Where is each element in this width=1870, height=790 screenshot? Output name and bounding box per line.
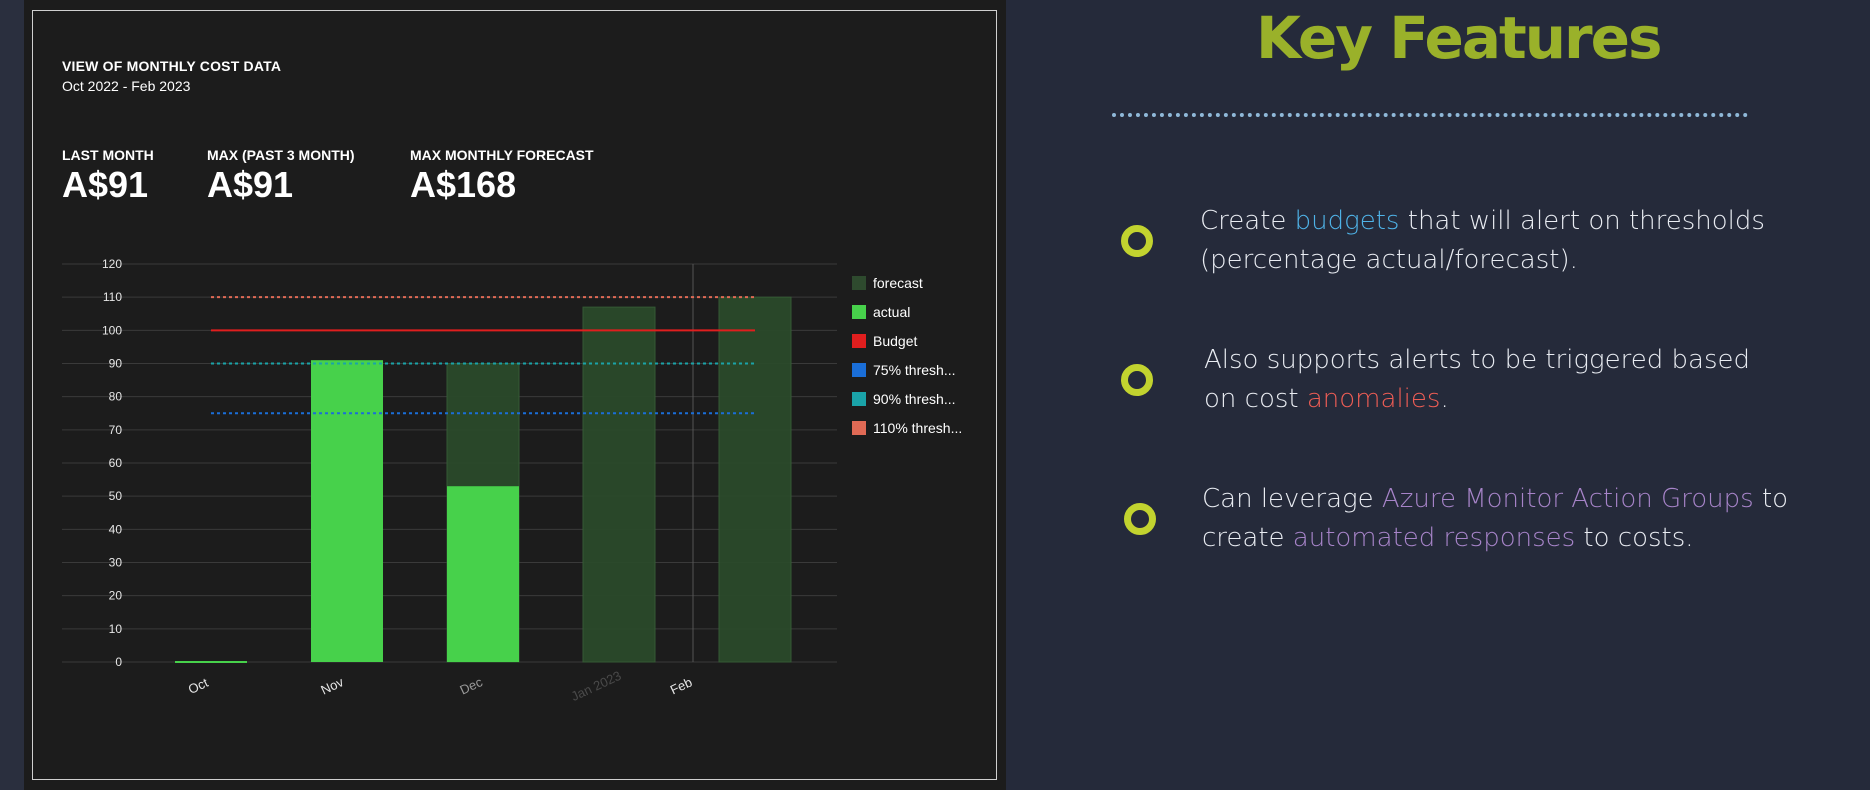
y-tick-label: 60 bbox=[109, 456, 123, 470]
legend-label: 75% thresh... bbox=[873, 361, 956, 378]
feature-item-action-groups: Can leverage Azure Monitor Action Groups… bbox=[1202, 480, 1788, 558]
y-tick-label: 30 bbox=[109, 556, 123, 570]
chart-legend: forecast actual Budget 75% thresh... 90% thr… bbox=[852, 268, 962, 442]
feature-line: Can leverage Azure Monitor Action Groups… bbox=[1202, 484, 1789, 514]
x-tick-label: Dec bbox=[457, 674, 485, 698]
actual-bar bbox=[311, 360, 383, 662]
legend-label: Budget bbox=[873, 332, 918, 349]
legend-swatch bbox=[852, 333, 866, 348]
y-tick-label: 50 bbox=[109, 489, 123, 503]
x-tick-label: Oct bbox=[186, 675, 211, 697]
feature-line: on cost anomalies. bbox=[1204, 384, 1449, 414]
bullet-icon bbox=[1124, 503, 1156, 535]
actual-bar bbox=[447, 486, 519, 662]
y-tick-label: 20 bbox=[109, 589, 123, 603]
y-tick-label: 70 bbox=[109, 423, 123, 437]
legend-swatch bbox=[852, 420, 866, 435]
y-tick-label: 120 bbox=[102, 257, 122, 271]
x-tick-label: Feb bbox=[668, 674, 695, 697]
feature-item-budgets: Create budgets that will alert on thresh… bbox=[1200, 202, 1765, 280]
y-tick-label: 0 bbox=[115, 655, 122, 669]
feature-line: Create budgets that will alert on thresh… bbox=[1200, 206, 1765, 236]
forecast-bar bbox=[718, 296, 792, 663]
y-tick-label: 90 bbox=[109, 357, 123, 371]
legend-swatch bbox=[852, 304, 866, 319]
y-tick-label: 110 bbox=[103, 290, 122, 304]
legend-label: forecast bbox=[873, 274, 923, 291]
legend-swatch bbox=[852, 362, 866, 377]
legend-label: 110% thresh... bbox=[873, 419, 963, 436]
highlight-action-groups: Azure Monitor Action Groups bbox=[1381, 484, 1754, 514]
y-tick-label: 40 bbox=[109, 522, 123, 536]
key-features-title: Key Features bbox=[1256, 4, 1662, 72]
legend-label: 90% thresh... bbox=[873, 390, 956, 407]
legend-item[interactable]: 75% thresh... bbox=[852, 355, 962, 384]
feature-item-anomalies: Also supports alerts to be triggered bas… bbox=[1204, 341, 1750, 419]
actual-bar bbox=[175, 661, 247, 663]
bullet-icon bbox=[1121, 225, 1153, 257]
y-tick-label: 80 bbox=[109, 390, 123, 404]
legend-item[interactable]: forecast bbox=[852, 268, 962, 297]
y-tick-label: 10 bbox=[109, 622, 123, 636]
legend-item[interactable]: Budget bbox=[852, 326, 962, 355]
legend-item[interactable]: 90% thresh... bbox=[852, 384, 962, 413]
highlight-budgets: budgets bbox=[1294, 206, 1400, 236]
bullet-icon bbox=[1121, 364, 1153, 396]
feature-line: create automated responses to costs. bbox=[1202, 523, 1694, 553]
dotted-divider bbox=[1112, 113, 1748, 117]
highlight-anomalies: anomalies bbox=[1306, 384, 1441, 414]
legend-swatch bbox=[852, 275, 866, 290]
x-tick-label: Jan 2023 bbox=[569, 668, 624, 704]
y-tick-label: 100 bbox=[102, 323, 122, 337]
feature-line: (percentage actual/forecast). bbox=[1200, 245, 1578, 275]
legend-item[interactable]: 110% thresh... bbox=[852, 413, 962, 442]
legend-label: actual bbox=[873, 303, 911, 320]
feature-line: Also supports alerts to be triggered bas… bbox=[1204, 345, 1751, 375]
highlight-automated-responses: automated responses bbox=[1292, 523, 1576, 553]
legend-swatch bbox=[852, 391, 866, 406]
legend-item[interactable]: actual bbox=[852, 297, 962, 326]
x-tick-label: Nov bbox=[318, 674, 346, 698]
forecast-bar bbox=[582, 306, 656, 663]
